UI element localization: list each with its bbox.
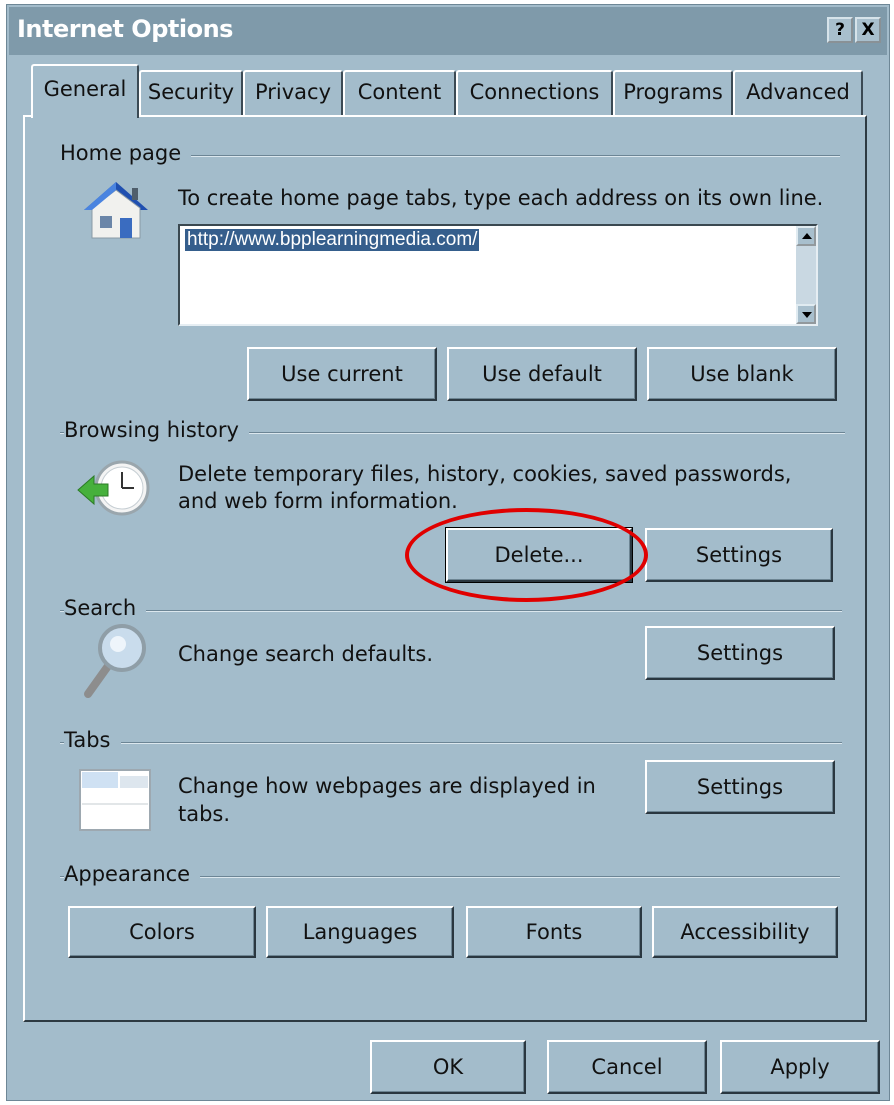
tab-privacy[interactable]: Privacy xyxy=(243,70,343,116)
colors-button[interactable]: Colors xyxy=(68,906,256,958)
tab-connections[interactable]: Connections xyxy=(456,70,613,116)
title-bar[interactable]: Internet Options ? X xyxy=(9,7,887,55)
history-clock-icon xyxy=(77,460,150,516)
tabs-description-line2: tabs. xyxy=(178,802,231,826)
search-settings-button[interactable]: Settings xyxy=(645,626,835,680)
tab-label: General xyxy=(43,77,127,101)
tab-label: Programs xyxy=(623,80,723,104)
window-title: Internet Options xyxy=(17,15,233,43)
fonts-button[interactable]: Fonts xyxy=(466,906,642,958)
history-settings-button[interactable]: Settings xyxy=(645,528,833,582)
house-icon xyxy=(84,182,148,239)
use-default-button[interactable]: Use default xyxy=(447,347,637,401)
tab-programs[interactable]: Programs xyxy=(613,70,733,116)
tab-label: Connections xyxy=(469,80,600,104)
browsing-history-description-line2: and web form information. xyxy=(178,489,458,513)
tab-label: Advanced xyxy=(746,80,850,104)
scroll-down-button[interactable] xyxy=(796,304,816,324)
help-button[interactable]: ? xyxy=(827,17,853,43)
browsing-history-description-line1: Delete temporary files, history, cookies… xyxy=(178,462,792,486)
tab-label: Privacy xyxy=(254,80,332,104)
accessibility-button[interactable]: Accessibility xyxy=(652,906,838,958)
search-label: Search xyxy=(64,596,147,620)
scroll-up-button[interactable] xyxy=(796,226,816,246)
browsing-history-label: Browsing history xyxy=(64,418,249,442)
languages-button[interactable]: Languages xyxy=(266,906,454,958)
cancel-button[interactable]: Cancel xyxy=(547,1040,707,1094)
use-blank-button[interactable]: Use blank xyxy=(647,347,837,401)
home-page-description: To create home page tabs, type each addr… xyxy=(178,186,824,210)
use-current-button[interactable]: Use current xyxy=(247,347,437,401)
home-page-label: Home page xyxy=(60,141,192,165)
arrow-up-icon xyxy=(802,233,812,239)
tab-label: Security xyxy=(147,80,235,104)
tabs-settings-button[interactable]: Settings xyxy=(645,760,835,814)
close-button[interactable]: X xyxy=(855,17,881,43)
tab-general[interactable]: General xyxy=(31,64,139,118)
apply-button[interactable]: Apply xyxy=(720,1040,880,1094)
search-divider xyxy=(60,610,842,612)
tabs-window-icon xyxy=(79,769,151,831)
tab-label: Content xyxy=(357,80,442,104)
search-description: Change search defaults. xyxy=(178,642,434,666)
tab-content[interactable]: Content xyxy=(343,70,456,116)
tabs-divider xyxy=(60,742,842,744)
delete-history-button[interactable]: Delete... xyxy=(446,528,632,582)
tabs-label: Tabs xyxy=(64,728,121,752)
textarea-scrollbar[interactable] xyxy=(796,226,816,324)
tabs-description-line1: Change how webpages are displayed in xyxy=(178,774,596,798)
appearance-label: Appearance xyxy=(64,862,201,886)
tab-security[interactable]: Security xyxy=(139,70,243,116)
home-page-address[interactable]: http://www.bpplearningmedia.com/ xyxy=(183,228,481,252)
ok-button[interactable]: OK xyxy=(370,1040,526,1094)
arrow-down-icon xyxy=(802,312,812,318)
tab-advanced[interactable]: Advanced xyxy=(733,70,863,116)
magnifier-icon xyxy=(84,624,146,698)
home-page-address-textarea[interactable]: http://www.bpplearningmedia.com/ xyxy=(178,224,818,326)
